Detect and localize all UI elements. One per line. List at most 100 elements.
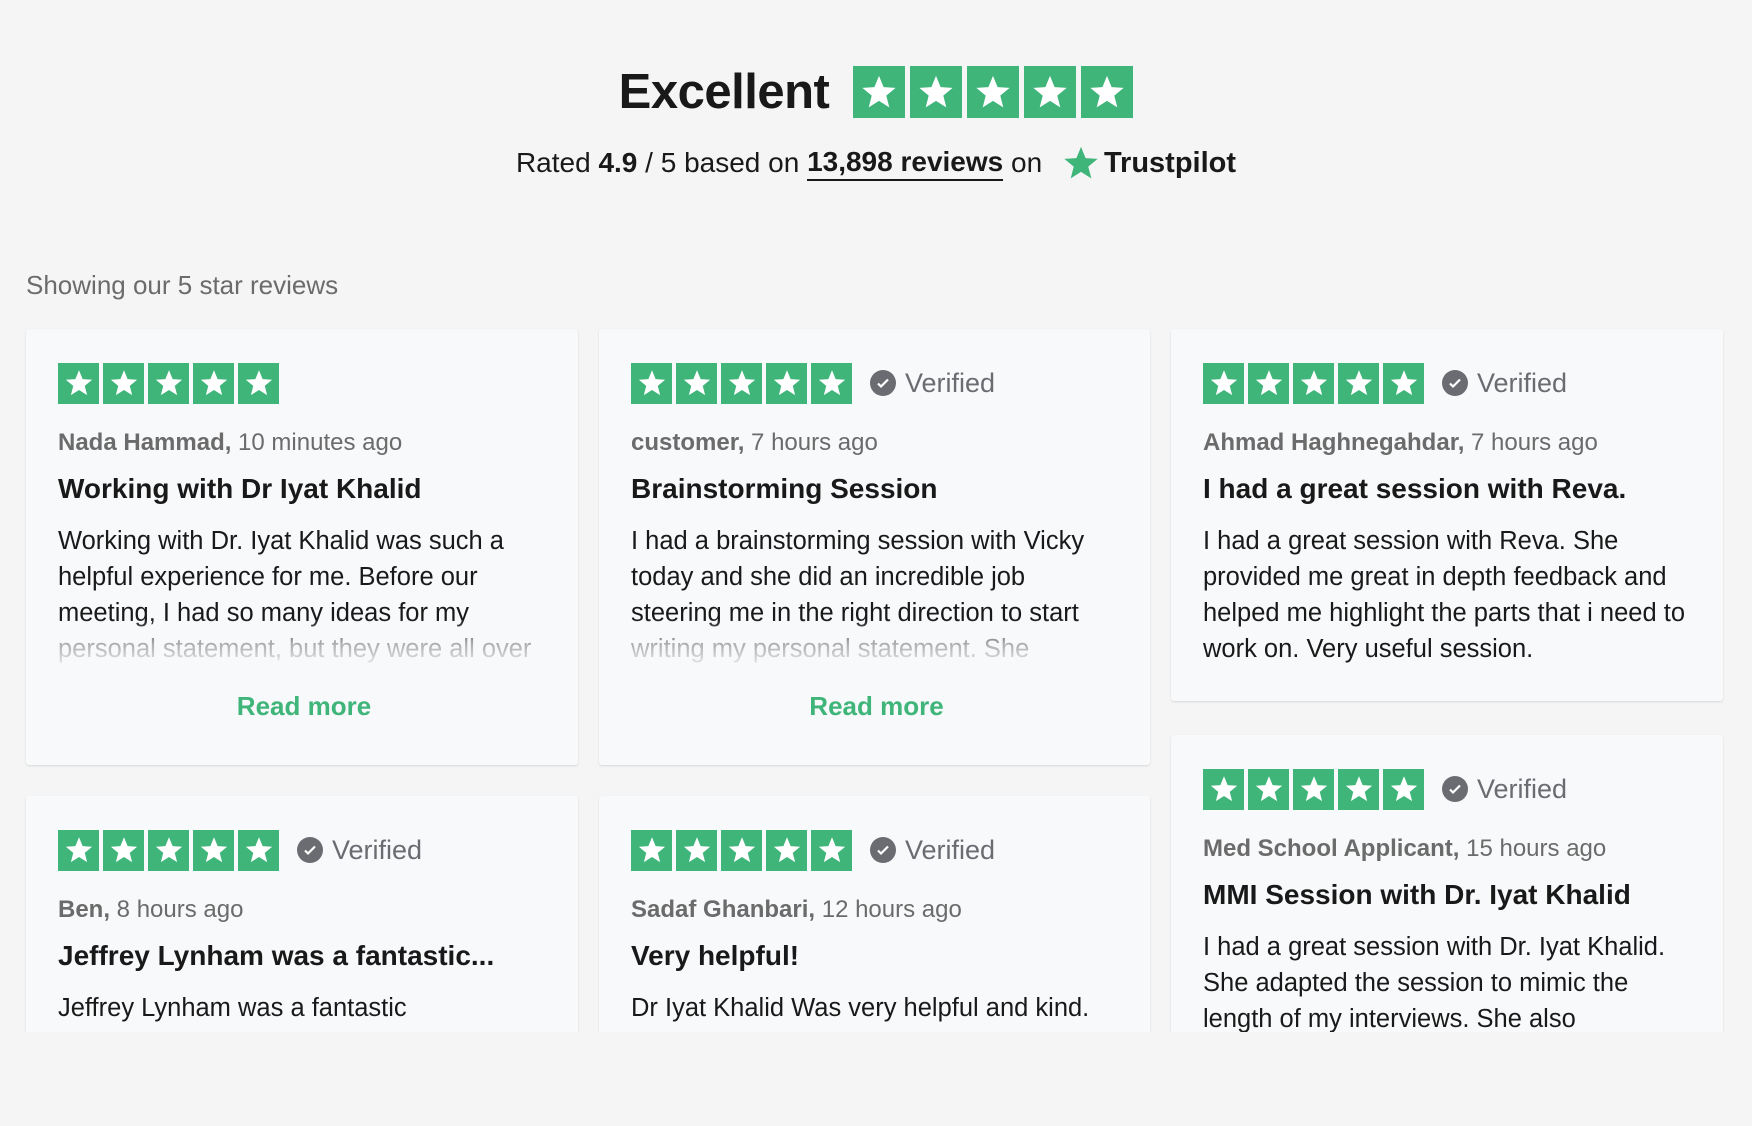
author-name: Ahmad Haghnegahdar,	[1203, 429, 1465, 456]
review-body: Jeffrey Lynham was a fantastic	[58, 994, 407, 1022]
review-card: Verified customer, 7 hours ago Brainstor…	[599, 329, 1150, 765]
verified-badge: Verified	[870, 835, 995, 866]
star-icon	[721, 362, 762, 404]
review-stars: Verified	[1203, 768, 1695, 810]
star-icon	[193, 362, 234, 404]
author-name: Ben,	[58, 896, 111, 923]
verified-badge: Verified	[1442, 774, 1567, 805]
review-time: 8 hours ago	[110, 896, 244, 923]
review-body: Dr Iyat Khalid Was very helpful and kind…	[631, 994, 1090, 1022]
review-stars	[58, 362, 550, 404]
review-body: I had a great session with Dr. Iyat Khal…	[1203, 933, 1666, 1033]
read-more-link[interactable]: Read more	[631, 691, 1122, 722]
star-icon	[1338, 362, 1379, 404]
review-title: I had a great session with Reva.	[1203, 473, 1627, 504]
rating-summary: Rated 4.9 / 5 based on 13,898 reviews on…	[0, 144, 1752, 182]
trustpilot-logo[interactable]: Trustpilot	[1062, 144, 1236, 182]
star-icon	[631, 362, 672, 404]
review-body: I had a great session with Reva. She pro…	[1203, 527, 1685, 663]
star-icon	[238, 362, 279, 404]
review-time: 10 minutes ago	[231, 429, 403, 456]
rating-value: 4.9	[598, 147, 638, 178]
review-author: Nada Hammad, 10 minutes ago	[58, 429, 550, 457]
star-icon	[148, 829, 189, 871]
verified-badge: Verified	[297, 835, 422, 866]
star-icon	[676, 362, 717, 404]
reviews-count-link[interactable]: 13,898 reviews	[807, 146, 1004, 181]
star-icon	[148, 362, 189, 404]
overall-stars	[853, 66, 1134, 118]
on-text: on	[1003, 147, 1050, 178]
review-body: Working with Dr. Iyat Khalid was such a …	[58, 527, 532, 663]
star-icon	[1383, 768, 1424, 810]
check-circle-icon	[870, 837, 896, 863]
star-icon	[58, 362, 99, 404]
star-icon	[238, 829, 279, 871]
star-icon	[721, 829, 762, 871]
read-more-link[interactable]: Read more	[58, 691, 550, 722]
review-title: Working with Dr Iyat Khalid	[58, 473, 422, 504]
review-card: Nada Hammad, 10 minutes ago Working with…	[26, 329, 578, 765]
title-row: Excellent	[0, 64, 1752, 120]
review-author: Med School Applicant, 15 hours ago	[1203, 835, 1695, 863]
review-author: Ben, 8 hours ago	[58, 896, 550, 924]
star-icon	[766, 829, 807, 871]
author-name: Med School Applicant,	[1203, 835, 1460, 862]
author-name: Sadaf Ghanbari,	[631, 896, 816, 923]
check-circle-icon	[1442, 776, 1468, 802]
star-icon	[1248, 768, 1289, 810]
star-icon	[967, 66, 1020, 118]
rating-header: Excellent Rated 4.9 / 5 based on 13,898 …	[0, 0, 1752, 200]
verified-label: Verified	[1477, 773, 1568, 804]
author-name: customer,	[631, 429, 745, 456]
star-icon	[1024, 66, 1077, 118]
review-author: Ahmad Haghnegahdar, 7 hours ago	[1203, 429, 1695, 457]
star-icon	[103, 362, 144, 404]
rating-title: Excellent	[618, 65, 830, 119]
review-title: MMI Session with Dr. Iyat Khalid	[1203, 879, 1631, 910]
review-title: Jeffrey Lynham was a fantastic...	[58, 940, 495, 971]
verified-label: Verified	[1477, 367, 1568, 398]
star-icon	[811, 829, 852, 871]
star-icon	[676, 829, 717, 871]
review-time: 7 hours ago	[1464, 429, 1598, 456]
star-icon	[766, 362, 807, 404]
review-time: 7 hours ago	[744, 429, 878, 456]
verified-badge: Verified	[870, 368, 995, 399]
review-author: customer, 7 hours ago	[631, 429, 1122, 457]
review-stars: Verified	[631, 362, 1122, 404]
verified-label: Verified	[905, 834, 996, 865]
review-body: I had a brainstorming session with Vicky…	[631, 527, 1085, 663]
rated-prefix: Rated	[515, 147, 599, 178]
star-icon	[1203, 768, 1244, 810]
page-bottom-background	[0, 1032, 1752, 1126]
star-icon	[1338, 768, 1379, 810]
star-icon	[1383, 362, 1424, 404]
star-icon	[103, 829, 144, 871]
star-icon	[1248, 362, 1289, 404]
star-icon	[631, 829, 672, 871]
review-author: Sadaf Ghanbari, 12 hours ago	[631, 896, 1122, 924]
verified-label: Verified	[905, 367, 996, 398]
star-icon	[1081, 66, 1134, 118]
star-icon	[811, 362, 852, 404]
showing-label: Showing our 5 star reviews	[26, 270, 339, 300]
review-stars: Verified	[631, 829, 1122, 871]
star-icon	[853, 66, 906, 118]
star-icon	[1203, 362, 1244, 404]
check-circle-icon	[297, 837, 323, 863]
review-stars: Verified	[58, 829, 550, 871]
review-time: 12 hours ago	[815, 896, 962, 923]
review-title: Very helpful!	[631, 940, 800, 971]
review-time: 15 hours ago	[1459, 835, 1607, 862]
review-title: Brainstorming Session	[631, 473, 938, 504]
verified-badge: Verified	[1442, 368, 1567, 399]
star-icon	[1293, 768, 1334, 810]
verified-label: Verified	[332, 834, 423, 865]
star-icon	[1293, 362, 1334, 404]
review-stars: Verified	[1203, 362, 1695, 404]
check-circle-icon	[1442, 370, 1468, 396]
author-name: Nada Hammad,	[58, 429, 232, 456]
star-icon	[58, 829, 99, 871]
trustpilot-star-icon	[1062, 144, 1100, 182]
